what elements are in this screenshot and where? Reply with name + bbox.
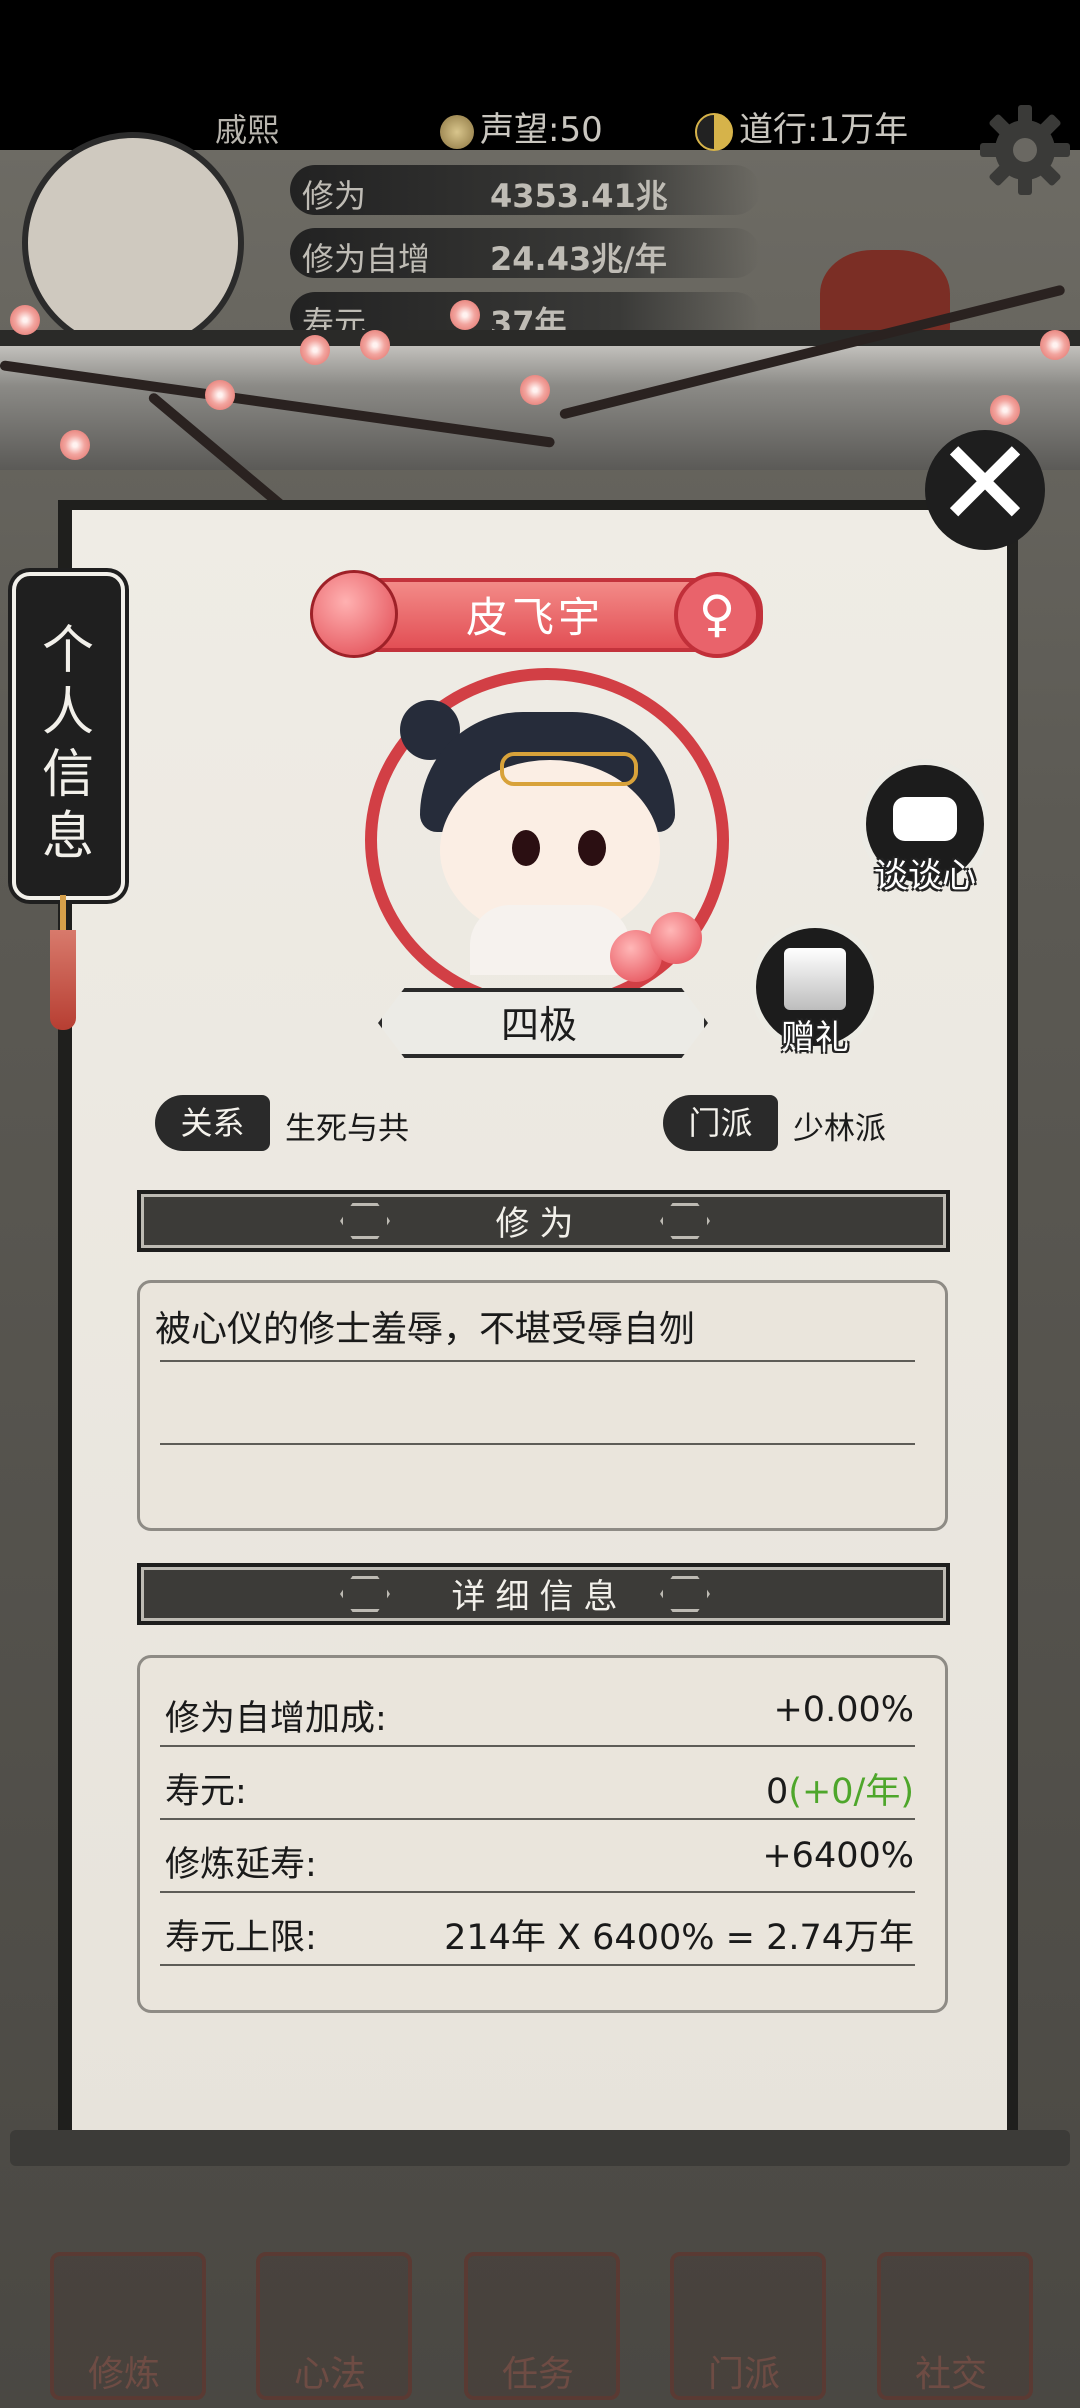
- cultivation-section-title: 修为: [495, 1204, 584, 1244]
- roof-line: [0, 330, 1080, 346]
- detail-section-title: 详细信息: [451, 1577, 628, 1617]
- lifespan-growth: (+0/年): [788, 1772, 914, 1812]
- relation-value: 生死与共: [285, 1111, 409, 1147]
- tassel-decoration: [50, 930, 76, 1030]
- gift-button-label[interactable]: 赠礼: [740, 1010, 890, 1059]
- growth-stat-row: 修为自增 24.43兆/年: [290, 228, 760, 278]
- blossom-decoration: [60, 430, 90, 460]
- gift-icon: [784, 948, 846, 1010]
- reputation-stat: 声望:50: [440, 102, 603, 151]
- female-gender-icon: ♀: [674, 572, 760, 658]
- description-text: 被心仪的修士羞辱，不堪受辱自刎: [155, 1309, 696, 1350]
- info-label: 寿元:: [165, 1772, 247, 1812]
- chat-bubble-icon: [893, 797, 957, 841]
- nav-cultivate-label[interactable]: 修炼: [50, 2345, 198, 2397]
- info-value-lifespan: 0(+0/年): [766, 1763, 914, 1814]
- blossom-decoration: [1040, 330, 1070, 360]
- panel-divider: [160, 1443, 915, 1445]
- panel-divider: [160, 1360, 915, 1362]
- hair-circlet: [500, 752, 638, 786]
- relation-tag: 关系: [155, 1095, 270, 1151]
- tassel-cord: [60, 895, 66, 935]
- gear-icon[interactable]: [975, 100, 1075, 200]
- row-divider: [160, 1964, 915, 1966]
- rank-text: 四极: [500, 1003, 577, 1047]
- sect-tag: 门派: [663, 1095, 778, 1151]
- row-divider: [160, 1745, 915, 1747]
- daoxing-stat: 道行:1万年: [695, 102, 908, 151]
- info-value: +6400%: [762, 1836, 914, 1876]
- yinyang-icon: [695, 112, 733, 151]
- cultivation-stat-row: 修为 4353.41兆: [290, 165, 760, 215]
- character-robe: [470, 905, 630, 975]
- blossom-decoration: [300, 335, 330, 365]
- sect-value: 少林派: [793, 1111, 886, 1147]
- info-value: +0.00%: [773, 1690, 914, 1730]
- daoxing-text: 道行:1万年: [739, 110, 909, 150]
- heart-icon: [650, 912, 702, 964]
- info-label: 寿元上限:: [165, 1918, 317, 1958]
- side-tab-label: 个人信息: [41, 621, 94, 867]
- player-name: 戚熙: [215, 111, 280, 149]
- blossom-decoration: [205, 380, 235, 410]
- info-label: 修为自增加成:: [165, 1699, 387, 1739]
- info-value: 214年 X 6400% = 2.74万年: [444, 1918, 914, 1958]
- scroll-rod: [10, 2130, 1070, 2166]
- cultivation-value: 4353.41兆: [490, 177, 668, 215]
- chat-button-label[interactable]: 谈谈心: [850, 848, 1000, 897]
- nav-sect-label[interactable]: 门派: [670, 2345, 818, 2397]
- row-divider: [160, 1891, 915, 1893]
- character-eye: [512, 830, 540, 866]
- blossom-decoration: [10, 305, 40, 335]
- reputation-text: 声望:50: [480, 110, 603, 150]
- row-divider: [160, 1818, 915, 1820]
- blossom-decoration: [450, 300, 480, 330]
- blossom-decoration: [520, 375, 550, 405]
- close-icon[interactable]: ✕: [925, 425, 1045, 545]
- blossom-decoration: [360, 330, 390, 360]
- info-label: 修炼延寿:: [165, 1845, 317, 1885]
- character-eye: [578, 830, 606, 866]
- growth-value: 24.43兆/年: [490, 240, 667, 278]
- coin-icon: [440, 114, 474, 149]
- player-avatar[interactable]: [22, 132, 244, 354]
- cultivation-label: 修为: [302, 177, 367, 215]
- lifespan-number: 0: [766, 1772, 789, 1812]
- nav-tasks-label[interactable]: 任务: [464, 2345, 612, 2397]
- nav-methods-label[interactable]: 心法: [256, 2345, 404, 2397]
- growth-label: 修为自增: [302, 240, 431, 278]
- nav-social-label[interactable]: 社交: [877, 2345, 1025, 2397]
